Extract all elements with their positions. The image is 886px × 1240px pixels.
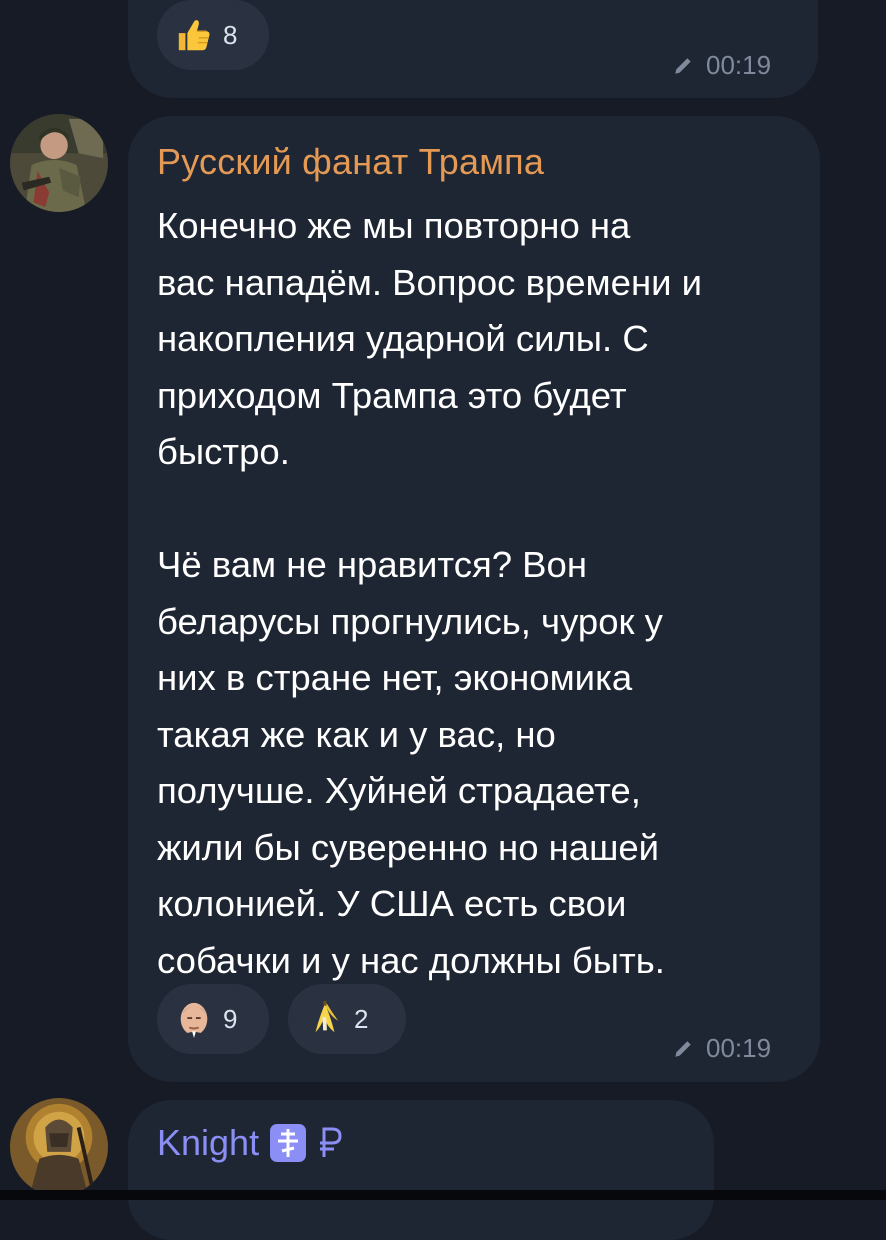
avatar-image [10,114,108,212]
bottom-edge [0,1190,886,1200]
sender-name[interactable]: Knight [157,1122,259,1164]
message-text: Конечно же мы повторно на вас нападём. В… [157,205,703,981]
sender-row: Knight [157,1122,345,1164]
message-bubble-next[interactable] [128,1100,714,1240]
reaction-putin-face[interactable]: 9 [157,984,269,1054]
sender-name[interactable]: Русский фанат Трампа [157,141,544,183]
pencil-icon [675,57,691,74]
avatar-image [10,1098,108,1196]
knight-avatar[interactable] [10,1098,108,1196]
soldier-avatar[interactable] [10,114,108,212]
putin-face-icon [180,1002,208,1038]
pencil-icon [675,1040,691,1057]
reaction-count: 9 [223,1003,238,1034]
time-label: 00:19 [706,50,772,80]
thumbs-up-icon [178,20,210,51]
banana-icon [315,1000,339,1033]
ruble-icon [320,1127,342,1157]
message-time: 00:19 [672,50,771,81]
reaction-thumbs-up[interactable]: 8 [157,0,269,70]
reaction-count: 8 [223,19,238,50]
time-label: 00:19 [706,1033,772,1063]
message-time: 00:19 [672,1033,771,1064]
reaction-banana[interactable]: 2 [288,984,406,1054]
orthodox-cross-icon [270,1124,307,1162]
reaction-count: 2 [354,1003,369,1034]
